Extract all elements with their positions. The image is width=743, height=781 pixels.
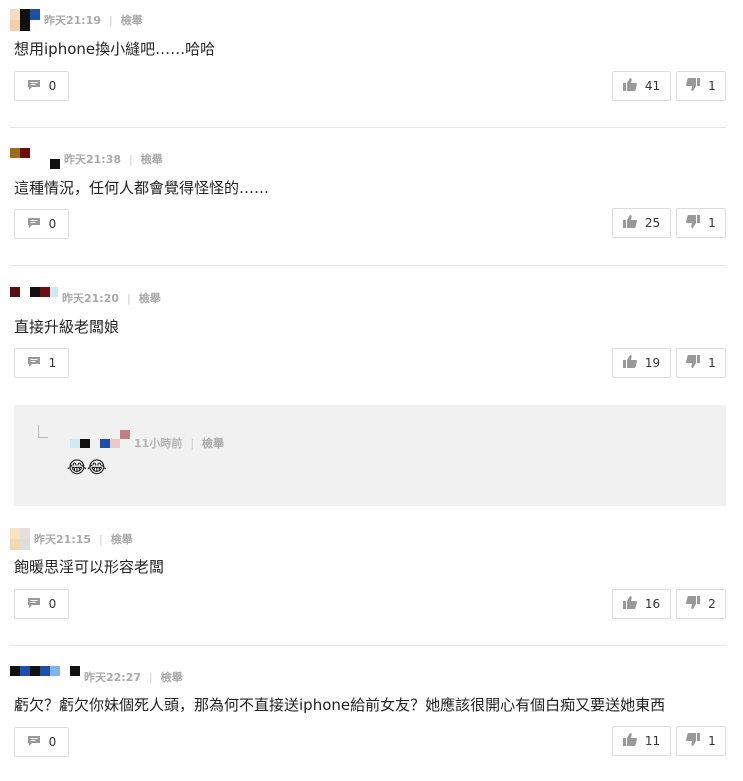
reply-button[interactable]: 0 (14, 589, 69, 619)
comment-icon (27, 597, 41, 612)
avatar (10, 148, 60, 170)
like-count: 41 (644, 79, 661, 93)
reply-button[interactable]: 1 (14, 348, 69, 378)
thumbs-down-icon (686, 78, 701, 94)
thumbs-up-icon (622, 78, 637, 94)
thumbs-down-icon (686, 733, 701, 749)
avatar (10, 666, 80, 688)
report-link[interactable]: 檢舉 (202, 435, 224, 451)
comment-text: 這種情況，任何人都會覺得怪怪的…… (14, 179, 270, 197)
meta-separator: | (99, 532, 103, 546)
like-count: 16 (644, 597, 661, 611)
reply-text: 😂😂 (67, 458, 107, 478)
like-button[interactable]: 19 (612, 348, 671, 378)
comment-icon (27, 735, 41, 750)
dislike-count: 2 (708, 597, 716, 611)
report-link[interactable]: 檢舉 (139, 290, 161, 306)
dislike-count: 1 (708, 79, 716, 93)
comment-time: 昨天21:15 (34, 533, 92, 546)
comment-meta: 昨天21:20 | 檢舉 (10, 287, 161, 309)
reply-thread: 11小時前 | 檢舉 😂😂 (14, 405, 726, 506)
reply-count: 0 (48, 597, 57, 611)
like-button[interactable]: 25 (612, 208, 671, 238)
thumbs-up-icon (622, 596, 637, 612)
dislike-count: 1 (708, 356, 716, 370)
like-count: 11 (644, 734, 661, 748)
report-link[interactable]: 檢舉 (111, 531, 133, 547)
thumbs-up-icon (622, 355, 637, 371)
avatar (10, 287, 58, 309)
like-button[interactable]: 11 (612, 726, 671, 756)
dislike-button[interactable]: 2 (676, 589, 726, 619)
dislike-button[interactable]: 1 (676, 348, 726, 378)
reply-count: 0 (48, 217, 57, 231)
reply-button[interactable]: 0 (14, 209, 69, 239)
thumbs-down-icon (686, 215, 701, 231)
report-link[interactable]: 檢舉 (161, 669, 183, 685)
thumbs-up-icon (622, 733, 637, 749)
comment-meta: 昨天22:27 | 檢舉 (10, 666, 183, 688)
meta-separator: | (129, 152, 133, 166)
dislike-count: 1 (708, 216, 716, 230)
report-link[interactable]: 檢舉 (141, 151, 163, 167)
divider (10, 265, 726, 266)
thumbs-down-icon (686, 596, 701, 612)
reply-count: 0 (48, 79, 57, 93)
comment-text: 想用iphone換小縫吧……哈哈 (14, 40, 216, 58)
comment-icon (27, 217, 41, 232)
dislike-button[interactable]: 1 (676, 208, 726, 238)
reply-time: 11小時前 (134, 437, 183, 450)
reply-button[interactable]: 0 (14, 727, 69, 757)
reply-count: 1 (48, 356, 57, 370)
comment-icon (27, 79, 41, 94)
comment-icon (27, 356, 41, 371)
divider (10, 127, 726, 128)
comment-time: 昨天21:20 (62, 292, 120, 305)
meta-separator: | (127, 291, 131, 305)
dislike-count: 1 (708, 734, 716, 748)
dislike-button[interactable]: 1 (676, 726, 726, 756)
reply-button[interactable]: 0 (14, 71, 69, 101)
meta-separator: | (190, 436, 195, 450)
reply-connector (38, 425, 48, 438)
avatar (10, 528, 30, 550)
comment-text: 虧欠？虧欠你妹個死人頭，那為何不直接送iphone給前女友？她應該很開心有個白痴… (14, 696, 666, 714)
comment-text: 直接升級老闆娘 (14, 318, 120, 336)
like-button[interactable]: 41 (612, 71, 671, 101)
thumbs-up-icon (622, 215, 637, 231)
comment-meta: 昨天21:19 | 檢舉 (10, 9, 143, 31)
dislike-button[interactable]: 1 (676, 71, 726, 101)
meta-separator: | (109, 13, 113, 27)
thumbs-down-icon (686, 355, 701, 371)
comment-time: 昨天21:38 (64, 153, 122, 166)
like-count: 25 (644, 216, 661, 230)
avatar (10, 9, 40, 31)
meta-separator: | (149, 670, 153, 684)
like-button[interactable]: 16 (612, 589, 671, 619)
divider (10, 645, 726, 646)
comment-time: 昨天21:19 (44, 14, 102, 27)
reply-meta: 11小時前 | 檢舉 (70, 430, 224, 454)
reply-count: 0 (48, 735, 57, 749)
comment-meta: 昨天21:15 | 檢舉 (10, 528, 133, 550)
comment-time: 昨天22:27 (84, 671, 142, 684)
comment-meta: 昨天21:38 | 檢舉 (10, 148, 163, 170)
avatar (70, 430, 130, 454)
comment-text: 飽暖思淫可以形容老闆 (14, 558, 165, 576)
report-link[interactable]: 檢舉 (121, 12, 143, 28)
like-count: 19 (644, 356, 661, 370)
